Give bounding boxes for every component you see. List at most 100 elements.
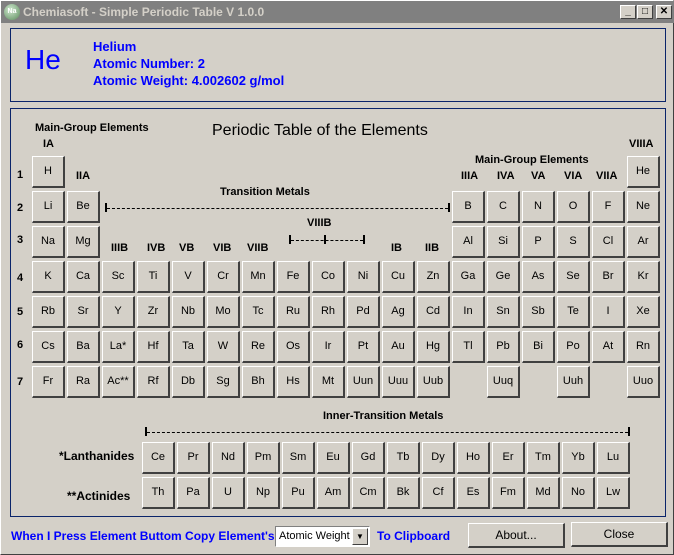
element-button[interactable]: Nb [172, 296, 205, 328]
element-button[interactable]: Hf [137, 331, 170, 363]
element-button[interactable]: Ti [137, 261, 170, 293]
element-button[interactable]: Ac** [102, 366, 135, 398]
element-button[interactable]: Tm [527, 442, 560, 474]
element-button[interactable]: U [212, 477, 245, 509]
element-button[interactable]: Bh [242, 366, 275, 398]
element-button[interactable]: Si [487, 226, 520, 258]
element-button[interactable]: Sn [487, 296, 520, 328]
element-button[interactable]: Os [277, 331, 310, 363]
element-button[interactable]: Ca [67, 261, 100, 293]
element-button[interactable]: Rf [137, 366, 170, 398]
element-button[interactable]: Pd [347, 296, 380, 328]
element-button[interactable]: N [522, 191, 555, 223]
element-button[interactable]: Au [382, 331, 415, 363]
element-button[interactable]: Ta [172, 331, 205, 363]
element-button[interactable]: Uuq [487, 366, 520, 398]
element-button[interactable]: Mg [67, 226, 100, 258]
element-button[interactable]: K [32, 261, 65, 293]
element-button[interactable]: La* [102, 331, 135, 363]
element-button[interactable]: Lw [597, 477, 630, 509]
element-button[interactable]: Cs [32, 331, 65, 363]
element-button[interactable]: Cf [422, 477, 455, 509]
element-button[interactable]: Pt [347, 331, 380, 363]
element-button[interactable]: Ag [382, 296, 415, 328]
element-button[interactable]: Ce [142, 442, 175, 474]
element-button[interactable]: Ho [457, 442, 490, 474]
element-button[interactable]: Po [557, 331, 590, 363]
element-button[interactable]: Am [317, 477, 350, 509]
element-button[interactable]: Se [557, 261, 590, 293]
element-button[interactable]: Lu [597, 442, 630, 474]
about-button[interactable]: About... [468, 523, 565, 548]
element-button[interactable]: C [487, 191, 520, 223]
minimize-button[interactable]: _ [620, 5, 636, 19]
element-button[interactable]: W [207, 331, 240, 363]
element-button[interactable]: Ge [487, 261, 520, 293]
close-window-button[interactable]: ✕ [656, 5, 672, 19]
element-button[interactable]: At [592, 331, 625, 363]
element-button[interactable]: Pu [282, 477, 315, 509]
element-button[interactable]: Br [592, 261, 625, 293]
maximize-button[interactable]: □ [637, 5, 653, 19]
copy-property-select[interactable]: Atomic Weight ▼ [275, 526, 370, 547]
element-button[interactable]: Na [32, 226, 65, 258]
element-button[interactable]: Np [247, 477, 280, 509]
element-button[interactable]: Gd [352, 442, 385, 474]
element-button[interactable]: Te [557, 296, 590, 328]
element-button[interactable]: Uub [417, 366, 450, 398]
element-button[interactable]: Tl [452, 331, 485, 363]
element-button[interactable]: Hs [277, 366, 310, 398]
element-button[interactable]: Uun [347, 366, 380, 398]
element-button[interactable]: O [557, 191, 590, 223]
element-button[interactable]: He [627, 156, 660, 188]
element-button[interactable]: Rh [312, 296, 345, 328]
element-button[interactable]: Xe [627, 296, 660, 328]
element-button[interactable]: Rb [32, 296, 65, 328]
element-button[interactable]: Ar [627, 226, 660, 258]
element-button[interactable]: Pr [177, 442, 210, 474]
element-button[interactable]: I [592, 296, 625, 328]
element-button[interactable]: Pa [177, 477, 210, 509]
element-button[interactable]: Md [527, 477, 560, 509]
element-button[interactable]: B [452, 191, 485, 223]
element-button[interactable]: Ga [452, 261, 485, 293]
element-button[interactable]: Pb [487, 331, 520, 363]
element-button[interactable]: Zn [417, 261, 450, 293]
element-button[interactable]: Es [457, 477, 490, 509]
element-button[interactable]: Fr [32, 366, 65, 398]
element-button[interactable]: Cd [417, 296, 450, 328]
element-button[interactable]: Tb [387, 442, 420, 474]
element-button[interactable]: Rn [627, 331, 660, 363]
element-button[interactable]: F [592, 191, 625, 223]
element-button[interactable]: No [562, 477, 595, 509]
element-button[interactable]: Ne [627, 191, 660, 223]
element-button[interactable]: Mn [242, 261, 275, 293]
title-bar[interactable]: Na Chemiasoft - Simple Periodic Table V … [1, 1, 674, 23]
element-button[interactable]: Be [67, 191, 100, 223]
element-button[interactable]: Fm [492, 477, 525, 509]
element-button[interactable]: Bk [387, 477, 420, 509]
element-button[interactable]: In [452, 296, 485, 328]
element-button[interactable]: Y [102, 296, 135, 328]
element-button[interactable]: Cu [382, 261, 415, 293]
dropdown-arrow-icon[interactable]: ▼ [352, 528, 368, 545]
close-button[interactable]: Close [571, 522, 668, 547]
element-button[interactable]: Mt [312, 366, 345, 398]
element-button[interactable]: V [172, 261, 205, 293]
element-button[interactable]: Co [312, 261, 345, 293]
element-button[interactable]: Tc [242, 296, 275, 328]
element-button[interactable]: Sg [207, 366, 240, 398]
element-button[interactable]: Al [452, 226, 485, 258]
element-button[interactable]: Li [32, 191, 65, 223]
element-button[interactable]: Uuo [627, 366, 660, 398]
element-button[interactable]: S [557, 226, 590, 258]
element-button[interactable]: As [522, 261, 555, 293]
element-button[interactable]: Ir [312, 331, 345, 363]
element-button[interactable]: Mo [207, 296, 240, 328]
element-button[interactable]: Bi [522, 331, 555, 363]
element-button[interactable]: Uuu [382, 366, 415, 398]
element-button[interactable]: Sm [282, 442, 315, 474]
element-button[interactable]: Ru [277, 296, 310, 328]
element-button[interactable]: Dy [422, 442, 455, 474]
element-button[interactable]: Pm [247, 442, 280, 474]
